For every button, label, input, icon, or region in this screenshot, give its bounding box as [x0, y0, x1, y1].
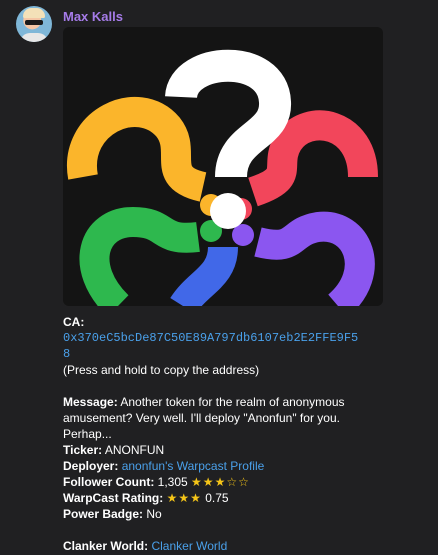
message-label: Message: [63, 395, 118, 409]
power-badge-value: No [146, 507, 162, 521]
rating-stars-icon: ★★★ [166, 491, 202, 505]
avatar-shirt [20, 33, 48, 42]
deployer-label: Deployer: [63, 459, 119, 473]
follower-line: Follower Count: 1,305 ★★★☆☆ [63, 474, 363, 490]
rating-value: 0.75 [205, 491, 229, 505]
follower-stars-empty: ☆☆ [226, 475, 250, 489]
ticker-label: Ticker: [63, 443, 103, 457]
purple-question-icon [232, 211, 375, 306]
follower-value: 1,305 [157, 475, 188, 489]
power-badge-label: Power Badge: [63, 507, 144, 521]
question-marks-logo-icon [67, 49, 378, 306]
ca-label: CA: [63, 315, 85, 329]
orange-question-icon [67, 97, 222, 216]
power-badge-line: Power Badge: No [63, 506, 363, 522]
rating-label: WarpCast Rating: [63, 491, 164, 505]
avatar-glasses [25, 20, 43, 25]
clanker-line: Clanker World: Clanker World [63, 538, 363, 554]
deployer-line: Deployer: anonfun's Warpcast Profile [63, 458, 363, 474]
ticker-line: Ticker: ANONFUN [63, 442, 363, 458]
clanker-label: Clanker World: [63, 539, 149, 553]
clanker-world-link[interactable]: Clanker World [151, 539, 227, 553]
contract-address-link[interactable]: 0x370eC5bcDe87C50E89A797db6107eb2E2FFE9F… [63, 330, 363, 362]
follower-stars-icon: ★★★☆☆ [191, 475, 250, 489]
ticker-value: ANONFUN [104, 443, 165, 457]
follower-label: Follower Count: [63, 475, 155, 489]
token-image[interactable] [63, 27, 383, 306]
ca-hint: (Press and hold to copy the address) [63, 363, 260, 377]
deployer-link[interactable]: anonfun's Warpcast Profile [122, 459, 265, 473]
message-body: CA: 0x370eC5bcDe87C50E89A797db6107eb2E2F… [63, 314, 363, 554]
follower-stars-full: ★★★ [191, 475, 227, 489]
avatar[interactable] [16, 6, 52, 42]
sender-name[interactable]: Max Kalls [63, 9, 123, 24]
blue-question-icon [170, 245, 238, 306]
message-line: Message: Another token for the realm of … [63, 394, 363, 442]
rating-line: WarpCast Rating: ★★★ 0.75 [63, 490, 363, 506]
avatar-hair [23, 8, 45, 18]
